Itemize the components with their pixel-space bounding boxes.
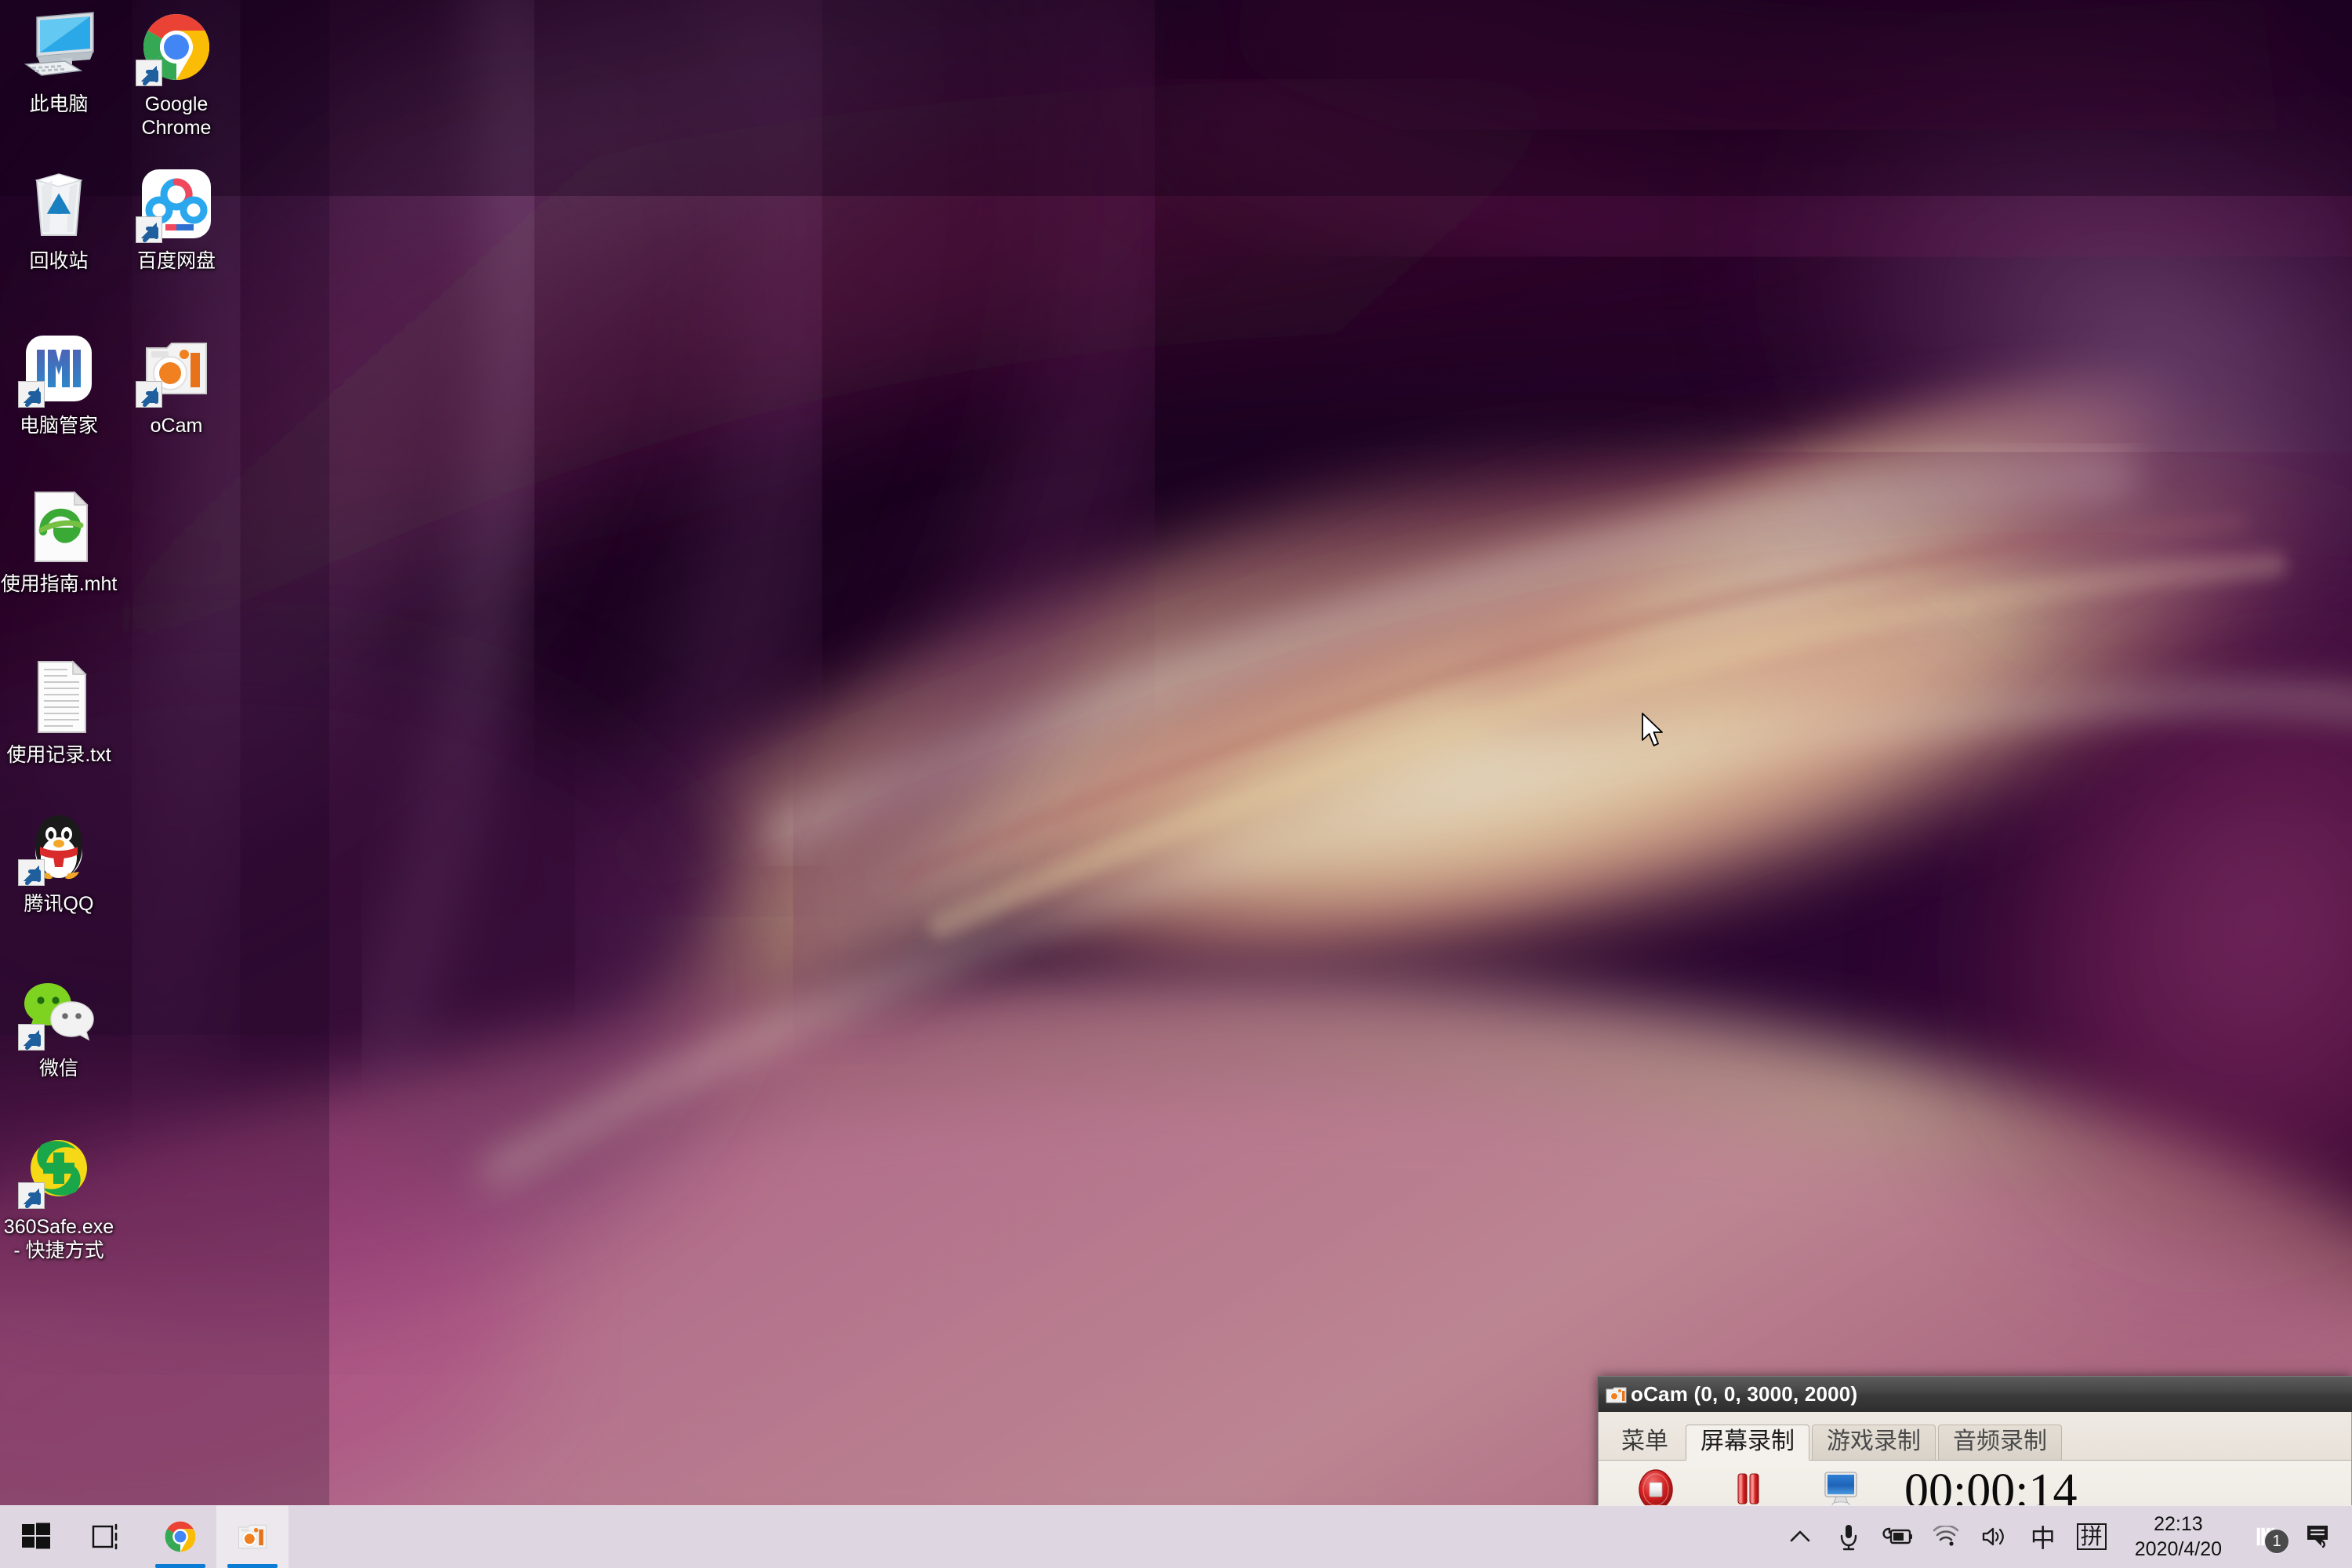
notification-icon [2307,1526,2328,1548]
task-view-button[interactable] [72,1505,144,1568]
desktop-screen: 此电脑 回收站 电脑管家 使用指南.mht 使用记录.txt 腾讯QQ 微信 3… [0,0,2352,1568]
shortcut-overlay-icon [18,1182,45,1209]
taskbar: 中 拼 22:13 2020/4/20 1 [0,1505,2352,1568]
running-indicator [227,1564,278,1568]
desktop-icon-label: 电脑管家 [19,415,98,437]
battery-charging-icon [1882,1527,1912,1544]
recycle-bin-icon [18,163,100,245]
desktop-icon-baidu-netdisk[interactable]: 百度网盘 [118,163,235,273]
desktop-icon-label: 百度网盘 [136,250,216,272]
taskbar-chrome[interactable] [144,1505,216,1568]
shortcut-overlay-icon [18,1024,45,1051]
desktop-icon-360-safe[interactable]: 360Safe.exe - 快捷方式 [0,1129,118,1262]
desktop-icon-label: 回收站 [29,250,89,272]
this-pc-icon [18,6,100,88]
desktop-icon-label: 使用指南.mht [0,573,118,595]
clock-time: 22:13 [2154,1513,2203,1535]
shortcut-overlay-icon [136,60,162,86]
ocam-icon [136,328,217,409]
google-chrome-icon [136,6,217,88]
ocam-tab-bar: 菜单 屏幕录制 游戏录制 音频录制 [1599,1412,2351,1461]
google-chrome-icon [165,1521,196,1552]
task-view-icon [92,1523,118,1550]
tray-volume[interactable] [1970,1505,2019,1568]
desktop-icon-pc-manager[interactable]: 电脑管家 [0,328,118,437]
desktop-icon-label: 此电脑 [29,93,89,115]
desktop-icon-label: 微信 [38,1058,78,1080]
desktop-icon-google-chrome[interactable]: Google Chrome [118,6,235,140]
desktop-icon-ocam[interactable]: oCam [118,328,235,437]
desktop-icon-grid: 此电脑 回收站 电脑管家 使用指南.mht 使用记录.txt 腾讯QQ 微信 3… [0,0,329,1490]
tray-network[interactable] [1922,1505,1970,1568]
360-safe-icon [18,1129,100,1210]
desktop-wallpaper[interactable] [0,0,2352,1568]
tray-ime-pinyin[interactable]: 拼 [2067,1505,2116,1568]
ocam-titlebar[interactable]: oCam (0, 0, 3000, 2000) [1598,1376,2352,1412]
shortcut-overlay-icon [136,216,162,243]
desktop-icon-label: 腾讯QQ [24,893,94,915]
desktop-icon-label: Google Chrome [141,93,212,139]
ocam-icon [238,1524,267,1549]
baidu-netdisk-icon [136,163,217,245]
shortcut-overlay-icon [18,859,45,886]
wechat-icon [18,971,100,1052]
tray-microphone[interactable] [1824,1505,1873,1568]
taskbar-ocam[interactable] [216,1505,289,1568]
desktop-icon-wechat[interactable]: 微信 [0,971,118,1080]
microphone-icon [1840,1525,1857,1551]
tab-screen-record[interactable]: 屏幕录制 [1686,1425,1809,1461]
running-indicator [155,1564,205,1568]
ocam-camera-icon [1606,1387,1627,1403]
tray-pc-manager[interactable]: 1 [2238,1505,2294,1568]
text-document-icon [18,657,100,739]
tab-menu[interactable]: 菜单 [1606,1425,1683,1460]
ime-pinyin-icon: 拼 [2076,1523,2107,1550]
shortcut-overlay-icon [136,381,162,408]
start-button[interactable] [0,1505,72,1568]
action-center-button[interactable] [2294,1505,2343,1568]
taskbar-buttons [0,1505,289,1568]
tray-battery[interactable] [1873,1505,1922,1568]
show-hidden-icons-button[interactable] [1776,1505,1824,1568]
desktop-icon-guide-mht[interactable]: 使用指南.mht [0,486,118,596]
tab-audio-record[interactable]: 音频录制 [1938,1425,2062,1460]
speaker-icon [1982,1527,2004,1546]
windows-logo-icon [22,1523,50,1549]
wifi-icon [1933,1526,1959,1546]
ocam-window-title: oCam (0, 0, 3000, 2000) [1631,1382,1858,1406]
clock[interactable]: 22:13 2020/4/20 [2116,1512,2238,1562]
desktop-icon-label: 使用记录.txt [6,744,111,766]
chevron-up-icon [1790,1530,1810,1542]
desktop-icon-label: oCam [150,415,203,437]
pc-manager-icon [18,328,100,409]
desktop-icon-this-pc[interactable]: 此电脑 [0,6,118,116]
tencent-qq-icon [18,806,100,887]
system-tray: 中 拼 22:13 2020/4/20 1 [1776,1505,2352,1568]
tray-ime-mode[interactable]: 中 [2019,1505,2067,1568]
tray-badge-count: 1 [2264,1529,2289,1554]
desktop-icon-label: 360Safe.exe - 快捷方式 [3,1216,114,1261]
tab-game-record[interactable]: 游戏录制 [1812,1425,1936,1460]
desktop-icon-tencent-qq[interactable]: 腾讯QQ [0,806,118,916]
shortcut-overlay-icon [18,381,45,408]
desktop-icon-log-txt[interactable]: 使用记录.txt [0,657,118,767]
mht-document-icon [18,486,100,568]
clock-date: 2020/4/20 [2134,1538,2222,1560]
desktop-icon-recycle-bin[interactable]: 回收站 [0,163,118,273]
